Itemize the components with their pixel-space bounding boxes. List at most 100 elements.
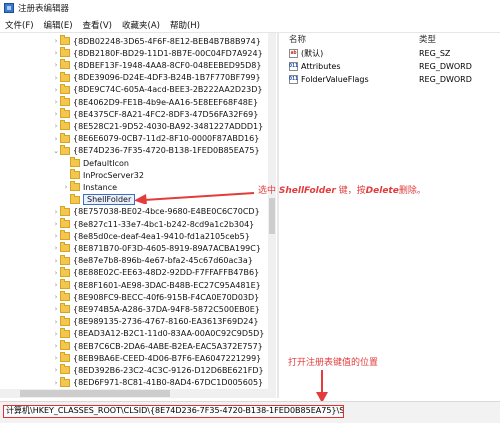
arrow-to-address-bar <box>316 370 328 403</box>
chevron-right-icon[interactable]: › <box>52 291 60 303</box>
chevron-right-icon[interactable]: › <box>52 206 60 218</box>
tree-item[interactable]: › {8e827c11-33e7-4bc1-b242-8cd9a1c2b304} <box>52 218 254 230</box>
chevron-right-icon[interactable]: › <box>52 377 60 389</box>
folder-icon <box>60 205 70 216</box>
tree-item[interactable]: › {8E908FC9-BECC-40f6-915B-F4CA0E70D03D} <box>52 291 259 303</box>
tree-item[interactable]: › {8E88E02C-EE63-48D2-92DD-F7FFAFFB47B6} <box>52 266 260 279</box>
folder-icon <box>60 291 70 302</box>
tree-item-label: {8e87e7b8-896b-4e67-bfa2-45c67d60ac3a} <box>73 256 253 266</box>
folder-icon <box>70 181 80 192</box>
menu-favorites[interactable]: 收藏夹(A) <box>117 19 165 31</box>
chevron-right-icon[interactable]: › <box>52 96 60 108</box>
tree-item-label: {8E88E02C-EE63-48D2-92DD-F7FFAFFB47B6} <box>73 268 260 278</box>
tree-item[interactable]: › Instance <box>62 181 117 193</box>
chevron-right-icon[interactable]: › <box>52 72 60 84</box>
value-row[interactable]: 011 Attributes REG_DWORD <box>281 60 500 72</box>
tree-item[interactable]: › {8EB9BA6E-CEED-4D06-B7F6-EA6047221299} <box>52 352 261 364</box>
tree-item-label: {8e827c11-33e7-4bc1-b242-8cd9a1c2b304} <box>73 219 255 229</box>
tree-item[interactable]: InProcServer32 <box>62 169 144 181</box>
tree-item[interactable]: › {8EAD3A12-B2C1-11d0-83AA-00A0C92C9D5D} <box>52 327 264 340</box>
menu-edit[interactable]: 编辑(E) <box>39 19 78 31</box>
values-header: 名称 类型 <box>281 33 500 45</box>
window-title: 注册表编辑器 <box>18 4 70 14</box>
tree-item-label: {8DBEF13F-1948-4AA8-8CF0-048EEBED95D8} <box>73 60 262 70</box>
tree-item[interactable]: › {8EB7C6CB-2DA6-4ABE-B2EA-EAC5A372E757} <box>52 340 263 352</box>
tree-item[interactable]: › {8E974B5A-A286-37DA-94F8-5872C500EB0E} <box>52 303 260 315</box>
tree-scroll-thumb[interactable] <box>269 198 275 234</box>
menu-help[interactable]: 帮助(H) <box>165 19 205 31</box>
chevron-right-icon[interactable]: › <box>52 120 60 132</box>
tree-item-label: {8E974B5A-A286-37DA-94F8-5872C500EB0E} <box>73 304 260 314</box>
chevron-right-icon[interactable]: › <box>52 230 60 242</box>
folder-icon <box>60 59 70 70</box>
tree-item[interactable]: › {8E8F1601-AE98-3DAC-B48B-EC27C95A481E} <box>52 279 261 291</box>
folder-icon <box>60 132 70 143</box>
chevron-right-icon[interactable]: › <box>52 352 60 364</box>
tree-item-label: {8E6E6079-0CB7-11d2-8F10-0000F87ABD16} <box>73 134 260 144</box>
tree-item[interactable]: › {8DB2180F-BD29-11D1-8B7E-00C04FD7A924} <box>52 47 263 59</box>
tree-item[interactable]: › {8E4375CF-8A21-4FC2-8DF3-47D56FA32F69} <box>52 108 258 120</box>
tree-item[interactable]: › {8DE39096-D24E-4DF3-B24B-1B7F770BF799} <box>52 71 261 84</box>
tree-item-label: {8E989135-2736-4767-8160-EA3613F69D24} <box>73 317 259 327</box>
address-path[interactable]: 计算机\HKEY_CLASSES_ROOT\CLSID\{8E74D236-7F… <box>3 405 344 418</box>
tree-item[interactable]: › {8DE9C74C-605A-4acd-BEE3-2B222AA2D23D} <box>52 83 263 96</box>
menu-view[interactable]: 查看(V) <box>78 19 117 31</box>
chevron-right-icon[interactable]: › <box>52 340 60 352</box>
chevron-right-icon[interactable]: › <box>52 255 60 267</box>
tree-item[interactable]: › {8e85d0ce-deaf-4ea1-9410-fd1a2105ceb5} <box>52 230 250 242</box>
tree-item[interactable]: › {8E989135-2736-4767-8160-EA3613F69D24} <box>52 315 259 328</box>
menu-file[interactable]: 文件(F) <box>0 19 39 31</box>
tree-vertical-scrollbar[interactable] <box>268 33 276 389</box>
chevron-right-icon[interactable]: › <box>52 316 60 328</box>
chevron-right-icon[interactable]: › <box>52 242 60 254</box>
chevron-down-icon[interactable]: ⌄ <box>52 145 60 157</box>
chevron-right-icon[interactable]: › <box>52 218 60 230</box>
value-row[interactable]: 011 FolderValueFlags REG_DWORD <box>281 73 500 85</box>
chevron-right-icon[interactable]: › <box>62 181 70 193</box>
chevron-right-icon[interactable]: › <box>52 328 60 340</box>
chevron-right-icon[interactable]: › <box>52 35 60 47</box>
tree-item-label: {8EB9BA6E-CEED-4D06-B7F6-EA6047221299} <box>73 353 262 363</box>
chevron-right-icon[interactable]: › <box>52 133 60 145</box>
folder-icon <box>60 71 70 82</box>
tree-item-label: {8E908FC9-BECC-40f6-915B-F4CA0E70D03D} <box>73 292 260 302</box>
folder-icon <box>60 218 70 228</box>
chevron-right-icon[interactable]: › <box>52 279 60 291</box>
tree-item[interactable]: › {8DBEF13F-1948-4AA8-8CF0-048EEBED95D8} <box>52 59 262 71</box>
tree-item[interactable]: ⌄ {8E74D236-7F35-4720-B138-1FED0B85EA75} <box>52 144 260 157</box>
tree-item[interactable]: › {8ED6F971-8C81-41B0-8AD4-67DC1D005605} <box>52 376 263 389</box>
column-header-type[interactable]: 类型 <box>419 33 436 45</box>
tree-item[interactable]: › {8E528C21-9D52-4030-BA92-3481227ADDD1} <box>52 120 263 132</box>
chevron-right-icon[interactable]: › <box>52 47 60 59</box>
tree-item[interactable]: › {8E871B70-0F3D-4605-8919-89A7ACBA199C} <box>52 242 261 254</box>
tree-item-label: {8DB2180F-BD29-11D1-8B7E-00C04FD7A924} <box>73 48 263 58</box>
tree-item[interactable]: DefaultIcon <box>62 157 129 169</box>
tree-item[interactable]: › {8e87e7b8-896b-4e67-bfa2-45c67d60ac3a} <box>52 254 253 267</box>
tree-item[interactable]: › {8E6E6079-0CB7-11d2-8F10-0000F87ABD16} <box>52 132 260 145</box>
tree-item-selected[interactable]: ShellFolder <box>62 193 136 206</box>
chevron-right-icon[interactable]: › <box>52 108 60 120</box>
tree-item[interactable]: › {8E4062D9-FE1B-4b9e-AA16-5E8EEF68F48E} <box>52 96 258 108</box>
folder-icon <box>60 266 70 277</box>
tree-horizontal-scrollbar[interactable] <box>0 389 276 398</box>
chevron-right-icon[interactable]: › <box>52 267 60 279</box>
folder-icon <box>60 47 70 58</box>
folder-icon <box>60 303 70 314</box>
value-row[interactable]: ab (默认) REG_SZ <box>281 47 500 59</box>
chevron-right-icon[interactable]: › <box>52 364 60 376</box>
tree-item[interactable]: › {8E757038-BE02-4bce-9680-E4BE0C6C70CD} <box>52 205 260 218</box>
folder-icon <box>70 157 80 167</box>
column-header-name[interactable]: 名称 <box>289 33 306 45</box>
arrow-to-shellfolder <box>134 192 255 204</box>
chevron-right-icon[interactable]: › <box>52 84 60 96</box>
registry-key-tree[interactable]: › {8DB02248-3D65-4F6F-8E12-BEB4B7B8B974} ›… <box>0 33 276 389</box>
pane-splitter[interactable] <box>277 33 279 398</box>
folder-icon <box>60 83 70 94</box>
tree-hscroll-thumb[interactable] <box>20 390 170 397</box>
chevron-right-icon[interactable]: › <box>52 59 60 71</box>
tree-item-label: {8E4062D9-FE1B-4b9e-AA16-5E8EEF68F48E} <box>73 97 259 107</box>
chevron-right-icon[interactable]: › <box>52 303 60 315</box>
tree-item[interactable]: › {8DB02248-3D65-4F6F-8E12-BEB4B7B8B974} <box>52 35 261 47</box>
tree-item[interactable]: › {8ED392B6-23C2-4C3C-9126-D12D6BE621FD} <box>52 364 264 376</box>
